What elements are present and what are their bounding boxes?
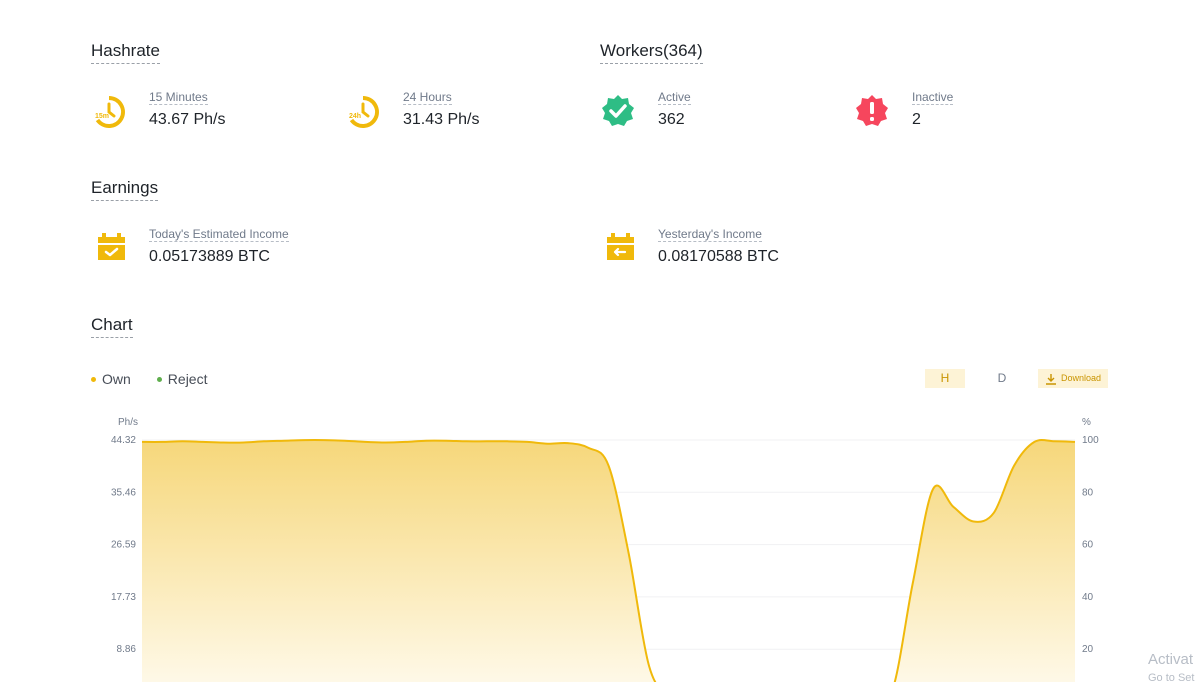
y-right-tick: 60 bbox=[1082, 540, 1094, 551]
hashrate-chart: Ph/s % 44.32 35.46 26.59 17.73 8.86 100 80 60 4… bbox=[111, 417, 1099, 682]
y-left-tick: 17.73 bbox=[111, 592, 136, 603]
y-right-tick: 20 bbox=[1082, 644, 1094, 655]
y-right-tick: 80 bbox=[1082, 487, 1094, 498]
own-area bbox=[142, 439, 1075, 682]
watermark-line2: Go to Set bbox=[1148, 672, 1195, 684]
y-left-tick: 26.59 bbox=[111, 540, 136, 551]
y-right-axis-label: % bbox=[1082, 417, 1091, 428]
y-right-tick: 40 bbox=[1082, 592, 1094, 603]
y-left-tick: 35.46 bbox=[111, 487, 136, 498]
watermark-line1: Activat bbox=[1148, 651, 1194, 668]
y-left-axis-label: Ph/s bbox=[118, 417, 138, 428]
y-right-tick: 100 bbox=[1082, 435, 1099, 446]
y-left-tick: 44.32 bbox=[111, 435, 136, 446]
y-left-tick: 8.86 bbox=[117, 644, 137, 655]
